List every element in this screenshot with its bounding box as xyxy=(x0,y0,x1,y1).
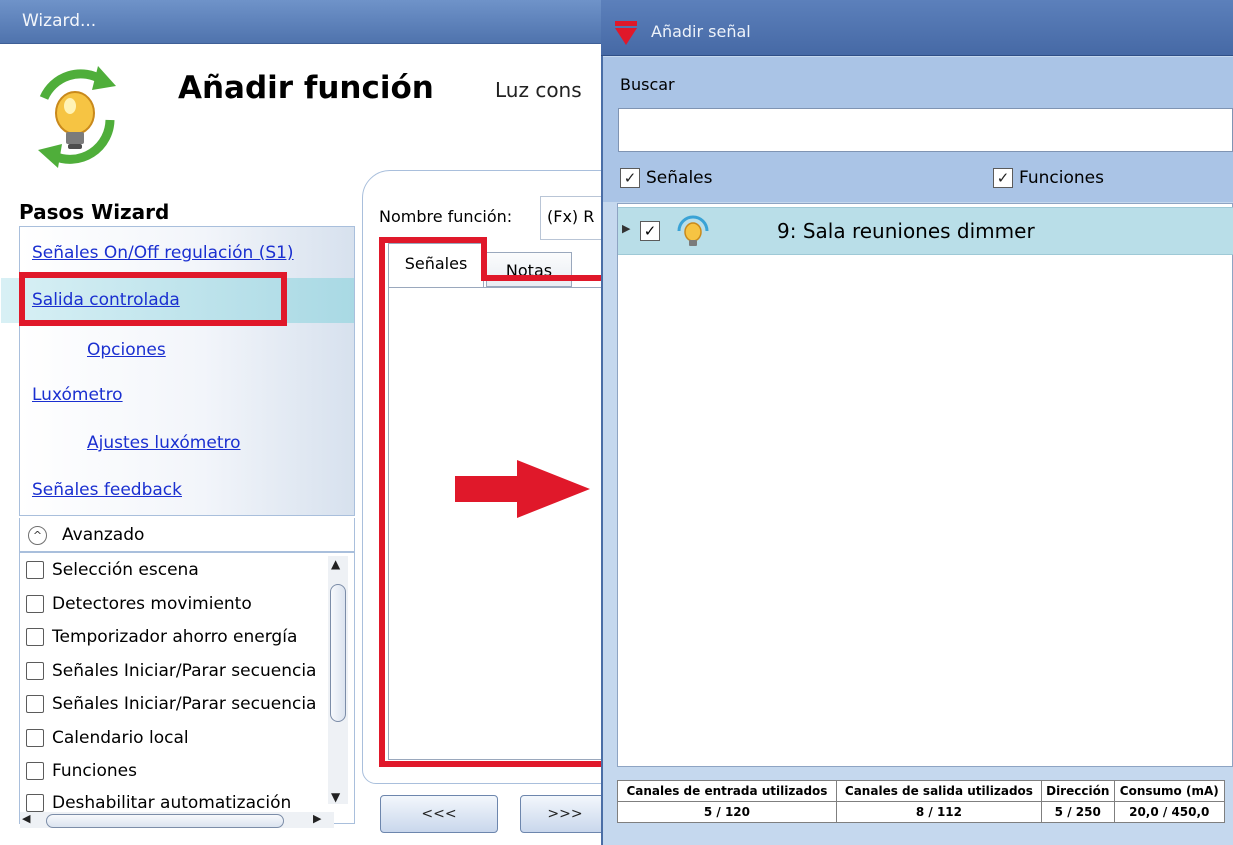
expand-arrow-icon[interactable]: ▶ xyxy=(622,222,630,235)
checkbox[interactable] xyxy=(26,695,44,713)
usage-header-consumption: Consumo (mA) xyxy=(1113,780,1226,802)
checkbox[interactable] xyxy=(26,662,44,680)
scroll-down-icon[interactable]: ▼ xyxy=(331,790,340,804)
usage-header-address: Dirección xyxy=(1040,780,1115,802)
step-onoff-signals[interactable]: Señales On/Off regulación (S1) xyxy=(32,243,294,263)
checkbox[interactable] xyxy=(26,794,44,812)
usage-header-input: Canales de entrada utilizados xyxy=(617,780,837,802)
scroll-right-icon[interactable]: ▶ xyxy=(313,812,321,825)
search-input[interactable] xyxy=(618,108,1233,152)
search-label: Buscar xyxy=(620,75,675,94)
usage-value-output: 8 / 112 xyxy=(835,801,1042,823)
tab-content xyxy=(388,287,618,760)
checkbox[interactable] xyxy=(26,762,44,780)
advanced-list: Selección escena Detectores movimiento T… xyxy=(19,552,355,824)
step-controlled-output[interactable]: Salida controlada xyxy=(32,290,180,310)
dialog-title: Añadir señal xyxy=(651,22,751,41)
usage-header-output: Canales de salida utilizados xyxy=(835,780,1042,802)
checkbox[interactable] xyxy=(26,628,44,646)
list-item[interactable]: Señales Iniciar/Parar secuencia xyxy=(26,694,316,727)
back-button[interactable]: <<< xyxy=(380,795,498,833)
page-title: Añadir función xyxy=(178,70,434,106)
result-label: 9: Sala reuniones dimmer xyxy=(777,219,1035,243)
scrollbar-thumb[interactable] xyxy=(46,814,284,828)
checkbox[interactable] xyxy=(26,595,44,613)
scroll-up-icon[interactable]: ▲ xyxy=(331,557,340,571)
list-item[interactable]: Funciones xyxy=(26,761,137,794)
scroll-left-icon[interactable]: ◀ xyxy=(22,812,30,825)
usage-value-input: 5 / 120 xyxy=(617,801,837,823)
function-logo-icon xyxy=(38,66,116,168)
list-item[interactable]: Temporizador ahorro energía xyxy=(26,627,297,660)
checkbox[interactable] xyxy=(26,729,44,747)
arrow-right-icon xyxy=(455,460,590,518)
chevron-up-icon[interactable]: ^ xyxy=(28,526,47,545)
filter-functions-checkbox[interactable]: ✓ Funciones xyxy=(993,168,1104,188)
bulb-icon xyxy=(677,215,709,246)
list-item[interactable]: Detectores movimiento xyxy=(26,594,252,627)
checkbox[interactable] xyxy=(26,561,44,579)
usage-value-consumption: 20,0 / 450,0 xyxy=(1113,801,1226,823)
tab-signals[interactable]: Señales xyxy=(388,243,484,287)
step-luxmeter[interactable]: Luxómetro xyxy=(32,385,123,405)
list-item[interactable]: Calendario local xyxy=(26,728,189,761)
function-subtitle: Luz cons xyxy=(495,78,582,102)
checkmark-icon[interactable]: ✓ xyxy=(993,168,1013,188)
annotation-line xyxy=(481,237,487,281)
steps-title: Pasos Wizard xyxy=(19,200,170,224)
next-button[interactable]: >>> xyxy=(520,795,610,833)
tab-notes[interactable]: Notas xyxy=(486,252,572,287)
wizard-title: Wizard... xyxy=(22,11,97,31)
filter-signals-checkbox[interactable]: ✓ Señales xyxy=(620,168,712,188)
checkmark-icon[interactable]: ✓ xyxy=(620,168,640,188)
usage-value-address: 5 / 250 xyxy=(1040,801,1115,823)
usage-table: Canales de entrada utilizados Canales de… xyxy=(617,780,1226,823)
scrollbar-thumb[interactable] xyxy=(330,584,346,722)
dropdown-triangle-icon[interactable] xyxy=(614,20,638,46)
advanced-label: Avanzado xyxy=(62,525,145,545)
annotation-line xyxy=(481,275,606,281)
step-options[interactable]: Opciones xyxy=(87,340,166,360)
steps-panel xyxy=(19,226,355,516)
list-item[interactable]: Selección escena xyxy=(26,560,199,593)
annotation-line xyxy=(379,761,606,767)
list-item[interactable]: Señales Iniciar/Parar secuencia xyxy=(26,661,316,694)
results-list xyxy=(617,203,1233,767)
step-feedback-signals[interactable]: Señales feedback xyxy=(32,480,182,500)
function-name-label: Nombre función: xyxy=(379,207,513,226)
step-luxmeter-settings[interactable]: Ajustes luxómetro xyxy=(87,433,241,453)
row-checkbox[interactable]: ✓ xyxy=(640,221,660,241)
